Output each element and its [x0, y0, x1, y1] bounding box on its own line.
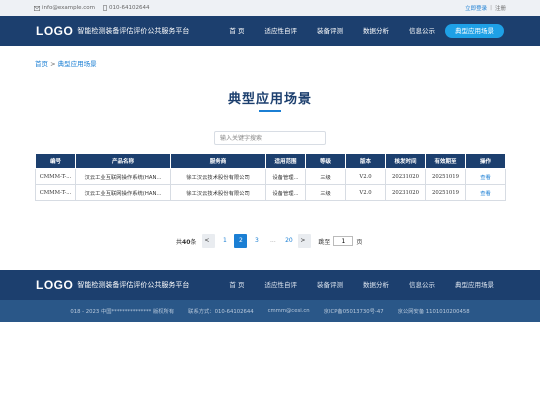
cell-issue-date: 20231020 — [385, 184, 426, 201]
cell-id: CMMM-T-... — [35, 184, 76, 201]
footer-info: 018 - 2023 中国*************** 版权所有 联系方式：0… — [0, 300, 540, 322]
cell-valid-until: 20251019 — [425, 168, 466, 185]
goto-label: 跳至 — [318, 238, 331, 246]
page-20-button[interactable]: 20 — [282, 234, 295, 248]
email-text: info@example.com — [42, 5, 95, 11]
col-header-issue-date: 核发时间 — [385, 153, 426, 169]
copyright-text: 018 - 2023 中国*************** 版权所有 — [70, 309, 175, 315]
col-header-product: 产品名称 — [75, 153, 171, 169]
page-title: 典型应用场景 — [227, 92, 312, 107]
cell-scope: 设备管理... — [265, 184, 306, 201]
top-bar: info@example.com 010-64102644 立即登录 | 注册 — [0, 0, 540, 16]
goto-page: 跳至 页 — [318, 236, 362, 246]
account-links: 立即登录 | 注册 — [465, 4, 506, 12]
page-1-button[interactable]: 1 — [218, 234, 231, 248]
phone-text: 010-64102644 — [108, 5, 150, 11]
breadcrumb-home[interactable]: 首页 — [35, 60, 48, 68]
table-row: CMMM-T-... 汉云工业互联网操作系统(HAN... 徐工汉云技术股份有限… — [35, 168, 506, 185]
page-ellipsis: ... — [270, 237, 276, 244]
footer-email: cmmm@cesi.cn — [267, 308, 310, 314]
footer-nav-self-assessment[interactable]: 适应性自评 — [255, 278, 308, 292]
footer-nav-typical-scenarios[interactable]: 典型应用场景 — [445, 278, 504, 292]
search-input[interactable] — [215, 132, 325, 144]
breadcrumb-separator: > — [48, 60, 58, 68]
nav-announcements[interactable]: 信息公示 — [399, 24, 445, 38]
phone-icon — [102, 5, 107, 11]
cell-product: 汉云工业互联网操作系统(HAN... — [75, 168, 171, 185]
mail-icon — [34, 5, 40, 11]
register-link[interactable]: 注册 — [495, 4, 506, 12]
divider: | — [490, 5, 492, 11]
col-header-scope: 适用范围 — [265, 153, 306, 169]
col-header-valid-until: 有效期至 — [425, 153, 466, 169]
breadcrumb: 首页 > 典型应用场景 — [35, 58, 97, 68]
cell-scope: 设备管理... — [265, 168, 306, 185]
nav-home[interactable]: 首 页 — [219, 24, 254, 38]
footer-nav-equipment-evaluation[interactable]: 装备评测 — [307, 278, 353, 292]
nav-equipment-evaluation[interactable]: 装备评测 — [307, 24, 353, 38]
title-underline — [259, 110, 281, 112]
phone-contact: 010-64102644 — [102, 5, 150, 11]
footer-nav-home[interactable]: 首 页 — [219, 278, 254, 292]
login-link[interactable]: 立即登录 — [465, 4, 487, 12]
footer-contact: 联系方式：010-64102644 — [188, 309, 254, 315]
goto-page-input[interactable] — [333, 236, 354, 246]
next-page-button[interactable]: > — [298, 234, 312, 248]
site-title: 智能检测装备评估评价公共服务平台 — [77, 27, 190, 35]
total-count: 共40条 — [176, 237, 196, 246]
table-row: CMMM-T-... 汉云工业互联网操作系统(HAN... 徐工汉云技术股份有限… — [35, 184, 506, 201]
footer-nav-bar: LOGO 智能检测装备评估评价公共服务平台 首 页 适应性自评 装备评测 数据分… — [0, 270, 540, 300]
contact-info: info@example.com 010-64102644 — [34, 5, 149, 11]
cell-level: 三级 — [305, 168, 346, 185]
footer-nav-data-analysis[interactable]: 数据分析 — [353, 278, 399, 292]
page-3-button[interactable]: 3 — [250, 234, 263, 248]
cell-provider: 徐工汉云技术股份有限公司 — [170, 184, 266, 201]
cell-provider: 徐工汉云技术股份有限公司 — [170, 168, 266, 185]
footer-nav: 首 页 适应性自评 装备评测 数据分析 信息公示 典型应用场景 — [219, 278, 504, 292]
scenario-table: 编号 产品名称 服务商 适用范围 等级 版本 核发时间 有效期至 操作 CMMM… — [35, 153, 506, 201]
cell-level: 三级 — [305, 184, 346, 201]
main-nav: 首 页 适应性自评 装备评测 数据分析 信息公示 典型应用场景 — [219, 24, 504, 38]
col-header-action: 操作 — [465, 153, 506, 169]
view-link[interactable]: 查看 — [465, 184, 506, 201]
footer-nav-announcements[interactable]: 信息公示 — [399, 278, 445, 292]
cell-issue-date: 20231020 — [385, 168, 426, 185]
cell-valid-until: 20251019 — [425, 184, 466, 201]
cell-id: CMMM-T-... — [35, 168, 76, 185]
police-record[interactable]: 京公网安备 1101010200458 — [398, 307, 470, 315]
email-contact: info@example.com — [34, 5, 95, 11]
col-header-provider: 服务商 — [170, 153, 266, 169]
view-link[interactable]: 查看 — [465, 168, 506, 185]
nav-data-analysis[interactable]: 数据分析 — [353, 24, 399, 38]
cell-version: V2.0 — [345, 184, 386, 201]
nav-self-assessment[interactable]: 适应性自评 — [255, 24, 308, 38]
goto-suffix: 页 — [356, 238, 363, 246]
breadcrumb-current: 典型应用场景 — [57, 60, 97, 68]
col-header-level: 等级 — [305, 153, 346, 169]
footer-site-title: 智能检测装备评估评价公共服务平台 — [77, 281, 190, 289]
search-box — [214, 131, 326, 145]
prev-page-button[interactable]: < — [202, 234, 216, 248]
icp-record[interactable]: 京ICP备05013730号-47 — [324, 307, 384, 315]
col-header-version: 版本 — [345, 153, 386, 169]
cell-version: V2.0 — [345, 168, 386, 185]
logo[interactable]: LOGO — [36, 24, 73, 38]
table-header-row: 编号 产品名称 服务商 适用范围 等级 版本 核发时间 有效期至 操作 — [35, 153, 506, 169]
total-suffix: 条 — [190, 238, 197, 246]
col-header-id: 编号 — [35, 153, 76, 169]
site-header: LOGO 智能检测装备评估评价公共服务平台 首 页 适应性自评 装备评测 数据分… — [0, 16, 540, 46]
page-2-button[interactable]: 2 — [234, 234, 248, 248]
cell-product: 汉云工业互联网操作系统(HAN... — [75, 184, 171, 201]
footer-logo[interactable]: LOGO — [36, 278, 73, 292]
pagination: 共40条 < 1 2 3 ... 20 > 跳至 页 — [176, 234, 362, 248]
nav-typical-scenarios[interactable]: 典型应用场景 — [445, 24, 504, 38]
